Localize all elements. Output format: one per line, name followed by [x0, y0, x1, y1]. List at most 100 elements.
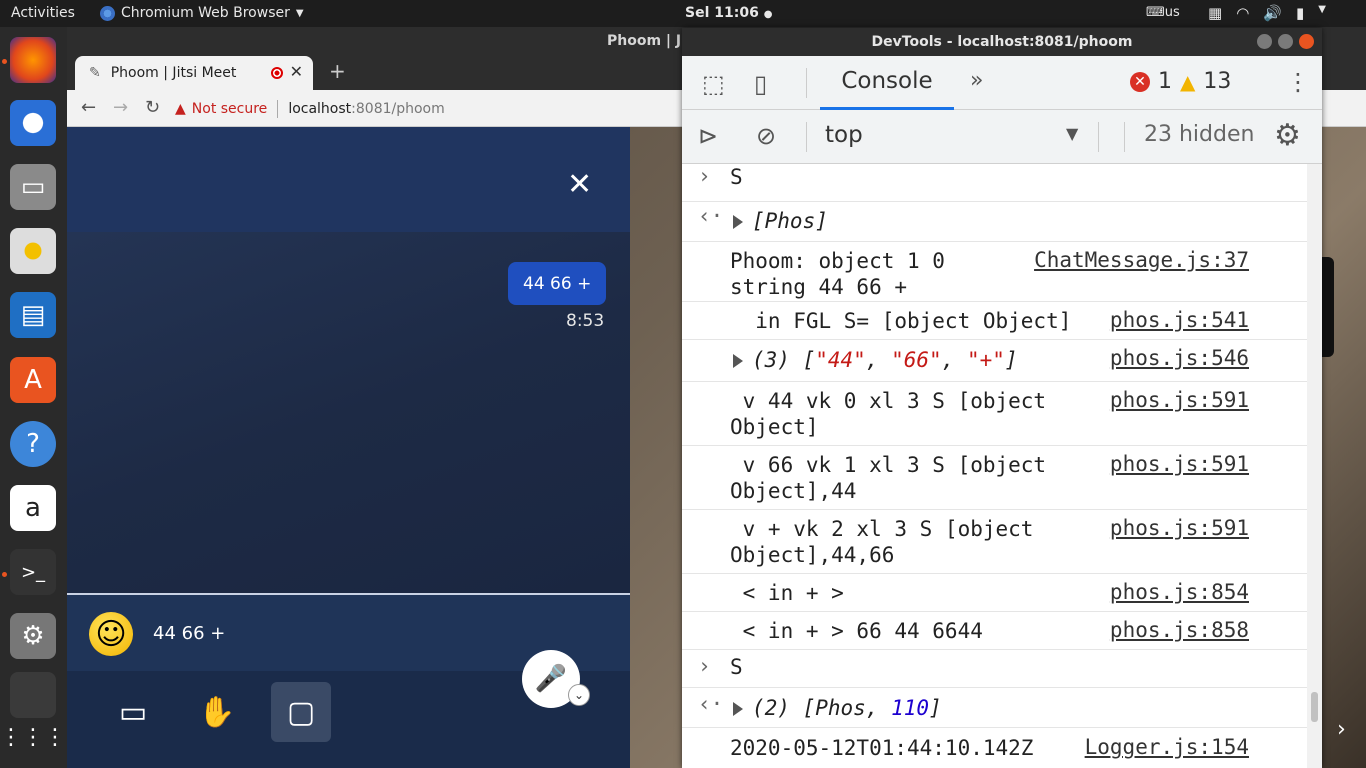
console-text: 2020-05-12T01:44:10.142Z	[730, 736, 1034, 760]
console-row: v 44 vk 0 xl 3 S [object Object] phos.js…	[682, 382, 1307, 446]
console-text: in FGL S= [object Object]	[730, 309, 1072, 333]
screen-share-icon[interactable]: ▭	[103, 682, 163, 742]
tab-title: Phoom | Jitsi Meet	[110, 65, 237, 81]
writer-icon[interactable]: ▤	[10, 292, 56, 338]
side-panel-edge	[1321, 257, 1334, 357]
source-link[interactable]: phos.js:854	[1110, 580, 1249, 604]
source-link[interactable]: phos.js:591	[1110, 452, 1249, 476]
terminal-icon[interactable]: >_	[10, 549, 56, 595]
warning-icon: ▲	[1180, 69, 1196, 94]
console-row[interactable]: ‹· (2) [Phos, 110]	[682, 688, 1307, 728]
help-icon[interactable]: ?	[10, 421, 56, 467]
devtools-window: DevTools - localhost:8081/phoom ⬚ ▯ Cons…	[682, 28, 1322, 768]
running-indicator	[2, 572, 7, 577]
thunderbird-icon[interactable]	[10, 100, 56, 146]
device-toolbar-icon[interactable]: ▯	[754, 70, 767, 98]
tray-chevron-icon: ▼	[1318, 4, 1326, 15]
new-tab-button[interactable]: +	[329, 59, 346, 83]
number-110: 110	[891, 696, 930, 720]
raise-hand-icon[interactable]: ✋	[187, 682, 247, 742]
settings-icon[interactable]: ⚙	[10, 613, 56, 659]
maximize-button[interactable]	[1278, 34, 1293, 49]
window-controls	[1257, 34, 1314, 49]
chevron-down-icon[interactable]: ▼	[1066, 124, 1078, 143]
devtools-title-label: DevTools - localhost:8081/phoom	[871, 34, 1133, 50]
string-66: "66"	[891, 348, 942, 372]
issue-counter[interactable]: ✕ 1 ▲ 13	[1130, 69, 1231, 94]
tab-phoom[interactable]: ✎ Phoom | Jitsi Meet ✕	[75, 56, 313, 90]
devtools-title: DevTools - localhost:8081/phoom	[682, 28, 1322, 56]
chromium-icon[interactable]	[10, 672, 56, 718]
error-count: 1	[1158, 69, 1172, 94]
app-grid-icon[interactable]: ⋮⋮⋮	[0, 714, 66, 760]
console-row[interactable]: ‹· [Phos]	[682, 202, 1307, 242]
smiley-emoji-button[interactable]: ☺	[89, 612, 133, 656]
rhythmbox-icon[interactable]	[10, 228, 56, 274]
clear-console-icon[interactable]: ⊘	[756, 122, 776, 150]
amazon-icon[interactable]: a	[10, 485, 56, 531]
divider	[1124, 122, 1125, 152]
console-row: v 66 vk 1 xl 3 S [object Object],44 phos…	[682, 446, 1307, 510]
volume-icon: 🔊	[1263, 4, 1282, 22]
console-text: S	[730, 655, 743, 679]
console-row[interactable]: (3) ["44", "66", "+"] phos.js:546	[682, 340, 1307, 382]
warning-count: 13	[1203, 69, 1232, 94]
tab-console[interactable]: Console	[820, 66, 954, 110]
close-window-button[interactable]	[1299, 34, 1314, 49]
console-text: S	[730, 165, 743, 189]
scrollbar-thumb[interactable]	[1311, 692, 1318, 722]
chat-toggle-icon[interactable]: ▢	[271, 682, 331, 742]
recording-icon	[271, 67, 283, 79]
chat-input[interactable]: 44 66 +	[153, 623, 225, 644]
expand-triangle-icon[interactable]	[733, 354, 743, 368]
activities-button[interactable]: Activities	[11, 5, 75, 21]
reload-button[interactable]: ↻	[145, 97, 160, 118]
keyboard-layout-indicator[interactable]: ⌨us	[1146, 5, 1180, 20]
firefox-icon[interactable]	[10, 37, 56, 83]
sidebar-toggle-icon[interactable]: ⊳	[698, 122, 718, 150]
expand-triangle-icon[interactable]	[733, 702, 743, 716]
console-text: [Phos]	[752, 209, 828, 233]
source-link[interactable]: phos.js:541	[1110, 308, 1249, 332]
divider	[806, 68, 807, 98]
system-tray[interactable]: ▦ ◠ 🔊 ▮ ▼	[1208, 4, 1326, 22]
clock-label: Sel 11:06	[685, 5, 759, 21]
context-selector[interactable]: top	[825, 122, 863, 148]
console-text: < in + >	[730, 581, 844, 605]
chevron-down-icon[interactable]: ⌄	[568, 684, 590, 706]
close-chat-button[interactable]: ✕	[567, 167, 592, 202]
clock[interactable]: Sel 11:06 ●	[685, 5, 772, 21]
input-prompt-icon: ›	[698, 654, 711, 678]
gear-icon[interactable]: ⚙	[1274, 118, 1301, 153]
close-tab-icon[interactable]: ✕	[290, 62, 303, 81]
source-link[interactable]: phos.js:858	[1110, 618, 1249, 642]
minimize-button[interactable]	[1257, 34, 1272, 49]
divider	[806, 122, 807, 152]
source-link[interactable]: ChatMessage.js:37	[1034, 248, 1249, 272]
result-arrow-icon: ‹·	[698, 692, 724, 716]
back-button[interactable]: ←	[81, 97, 96, 118]
console-scrollbar[interactable]	[1307, 164, 1322, 768]
console-row: < in + > phos.js:854	[682, 574, 1307, 612]
forward-button[interactable]: →	[113, 97, 128, 118]
source-link[interactable]: phos.js:591	[1110, 388, 1249, 412]
console-text: v 44 vk 0 xl 3 S [object Object]	[730, 389, 1047, 439]
app-menu-label: Chromium Web Browser	[121, 5, 290, 21]
input-prompt-icon: ›	[698, 164, 711, 188]
source-link[interactable]: phos.js:546	[1110, 346, 1249, 370]
files-icon[interactable]: ▭	[10, 164, 56, 210]
expand-triangle-icon[interactable]	[733, 215, 743, 229]
source-link[interactable]: phos.js:591	[1110, 516, 1249, 540]
source-link[interactable]: Logger.js:154	[1085, 735, 1249, 759]
inspect-element-icon[interactable]: ⬚	[702, 70, 725, 98]
more-tabs-icon[interactable]: »	[970, 68, 983, 93]
chevron-right-icon[interactable]: ›	[1337, 717, 1346, 742]
battery-icon: ▮	[1295, 4, 1305, 22]
software-icon[interactable]: A	[10, 357, 56, 403]
kebab-menu-icon[interactable]: ⋮	[1286, 68, 1310, 96]
divider	[1098, 122, 1099, 152]
url-text: localhost:8081/phoom	[288, 101, 444, 117]
chevron-down-icon: ▼	[295, 7, 304, 19]
wifi-icon: ◠	[1236, 4, 1250, 22]
app-menu[interactable]: Chromium Web Browser ▼	[100, 5, 304, 21]
